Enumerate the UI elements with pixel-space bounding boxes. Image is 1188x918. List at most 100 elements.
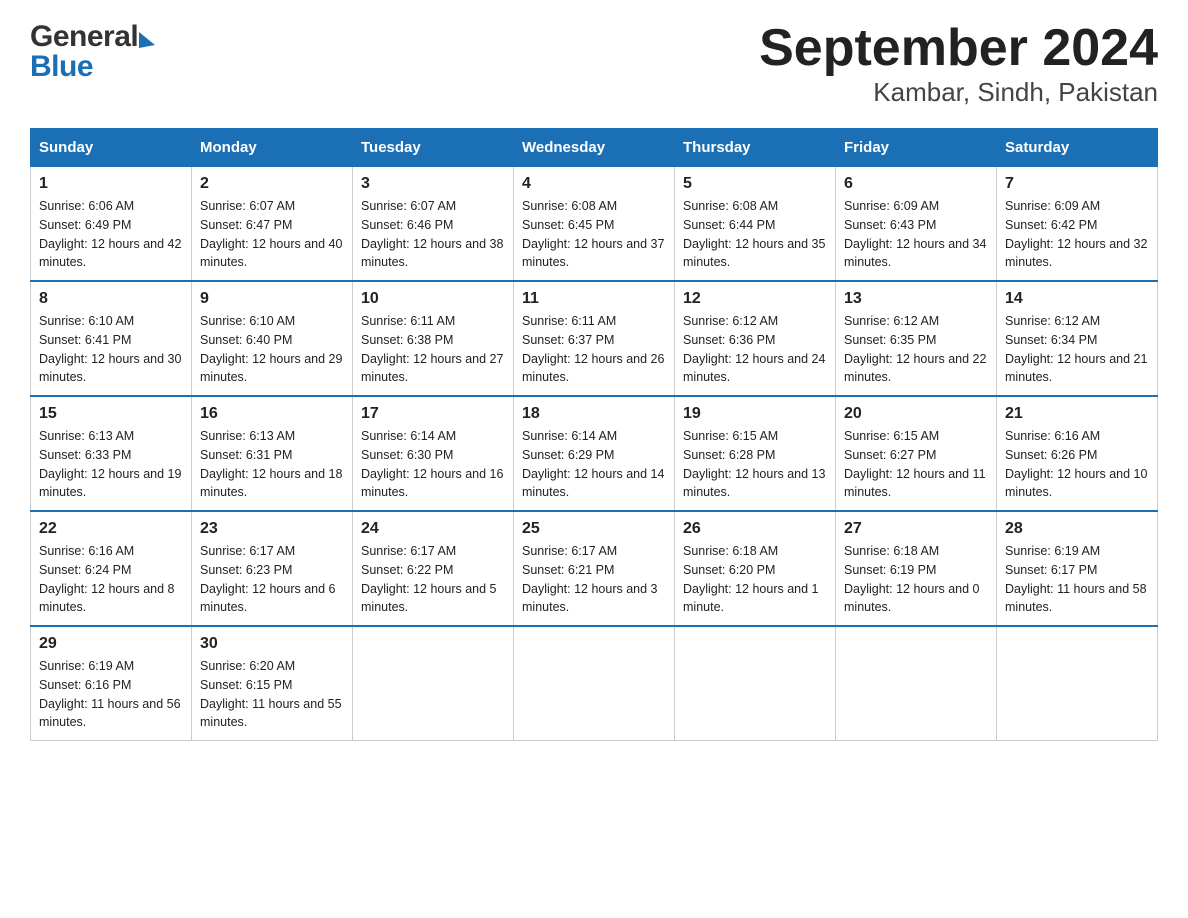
day-number: 5 [683, 175, 827, 193]
day-info: Sunrise: 6:12 AMSunset: 6:34 PMDaylight:… [1005, 312, 1149, 387]
day-number: 25 [522, 520, 666, 538]
day-cell: 24Sunrise: 6:17 AMSunset: 6:22 PMDayligh… [353, 511, 514, 626]
day-number: 13 [844, 290, 988, 308]
day-cell: 19 Sunrise: 6:15 AMSunset: 6:28 PMDayligh… [675, 396, 836, 511]
day-cell: 26 Sunrise: 6:18 AMSunset: 6:20 PMDayligh… [675, 511, 836, 626]
day-info: Sunrise: 6:16 AMSunset: 6:26 PMDaylight:… [1005, 427, 1149, 502]
day-info: Sunrise: 6:08 AMSunset: 6:45 PMDaylight:… [522, 197, 666, 272]
col-header-sunday: Sunday [31, 129, 192, 167]
day-cell: 16Sunrise: 6:13 AMSunset: 6:31 PMDayligh… [192, 396, 353, 511]
day-cell: 4 Sunrise: 6:08 AMSunset: 6:45 PMDaylight… [514, 167, 675, 282]
col-header-friday: Friday [836, 129, 997, 167]
col-header-wednesday: Wednesday [514, 129, 675, 167]
day-cell: 30 Sunrise: 6:20 AMSunset: 6:15 PMDayligh… [192, 626, 353, 741]
day-cell [836, 626, 997, 741]
day-number: 1 [39, 175, 183, 193]
calendar-title: September 2024 [759, 20, 1158, 77]
day-cell: 14 Sunrise: 6:12 AMSunset: 6:34 PMDayligh… [997, 281, 1158, 396]
day-cell: 1 Sunrise: 6:06 AMSunset: 6:49 PMDaylight… [31, 167, 192, 282]
day-cell: 21 Sunrise: 6:16 AMSunset: 6:26 PMDayligh… [997, 396, 1158, 511]
col-header-thursday: Thursday [675, 129, 836, 167]
day-cell: 2 Sunrise: 6:07 AMSunset: 6:47 PMDaylight… [192, 167, 353, 282]
day-cell: 20 Sunrise: 6:15 AMSunset: 6:27 PMDayligh… [836, 396, 997, 511]
day-cell: 3Sunrise: 6:07 AMSunset: 6:46 PMDaylight… [353, 167, 514, 282]
day-cell: 12 Sunrise: 6:12 AMSunset: 6:36 PMDayligh… [675, 281, 836, 396]
day-number: 27 [844, 520, 988, 538]
day-number: 17 [361, 405, 505, 423]
calendar-subtitle: Kambar, Sindh, Pakistan [759, 77, 1158, 108]
col-header-tuesday: Tuesday [353, 129, 514, 167]
day-info: Sunrise: 6:18 AMSunset: 6:20 PMDaylight:… [683, 542, 827, 617]
day-cell: 5 Sunrise: 6:08 AMSunset: 6:44 PMDaylight… [675, 167, 836, 282]
day-number: 19 [683, 405, 827, 423]
day-cell: 22 Sunrise: 6:16 AMSunset: 6:24 PMDayligh… [31, 511, 192, 626]
day-cell [675, 626, 836, 741]
day-cell [997, 626, 1158, 741]
day-info: Sunrise: 6:08 AMSunset: 6:44 PMDaylight:… [683, 197, 827, 272]
day-info: Sunrise: 6:17 AMSunset: 6:21 PMDaylight:… [522, 542, 666, 617]
day-cell: 29 Sunrise: 6:19 AMSunset: 6:16 PMDayligh… [31, 626, 192, 741]
day-cell: 13 Sunrise: 6:12 AMSunset: 6:35 PMDayligh… [836, 281, 997, 396]
day-number: 26 [683, 520, 827, 538]
logo-general: General [30, 20, 138, 54]
day-cell: 7 Sunrise: 6:09 AMSunset: 6:42 PMDaylight… [997, 167, 1158, 282]
day-cell: 11 Sunrise: 6:11 AMSunset: 6:37 PMDayligh… [514, 281, 675, 396]
day-info: Sunrise: 6:06 AMSunset: 6:49 PMDaylight:… [39, 197, 183, 272]
day-cell: 9 Sunrise: 6:10 AMSunset: 6:40 PMDaylight… [192, 281, 353, 396]
day-number: 15 [39, 405, 183, 423]
day-number: 30 [200, 635, 344, 653]
day-info: Sunrise: 6:09 AMSunset: 6:42 PMDaylight:… [1005, 197, 1149, 272]
day-number: 18 [522, 405, 666, 423]
day-cell: 8Sunrise: 6:10 AMSunset: 6:41 PMDaylight… [31, 281, 192, 396]
day-info: Sunrise: 6:12 AMSunset: 6:35 PMDaylight:… [844, 312, 988, 387]
day-info: Sunrise: 6:12 AMSunset: 6:36 PMDaylight:… [683, 312, 827, 387]
day-number: 28 [1005, 520, 1149, 538]
day-number: 11 [522, 290, 666, 308]
week-row-1: 1 Sunrise: 6:06 AMSunset: 6:49 PMDaylight… [31, 167, 1158, 282]
day-cell: 27Sunrise: 6:18 AMSunset: 6:19 PMDayligh… [836, 511, 997, 626]
day-number: 14 [1005, 290, 1149, 308]
day-info: Sunrise: 6:11 AMSunset: 6:38 PMDaylight:… [361, 312, 505, 387]
day-info: Sunrise: 6:20 AMSunset: 6:15 PMDaylight:… [200, 657, 344, 732]
logo: General Blue [30, 20, 155, 84]
day-cell: 15Sunrise: 6:13 AMSunset: 6:33 PMDayligh… [31, 396, 192, 511]
calendar-title-block: September 2024 Kambar, Sindh, Pakistan [759, 20, 1158, 108]
week-row-3: 15Sunrise: 6:13 AMSunset: 6:33 PMDayligh… [31, 396, 1158, 511]
day-number: 2 [200, 175, 344, 193]
day-info: Sunrise: 6:19 AMSunset: 6:16 PMDaylight:… [39, 657, 183, 732]
day-info: Sunrise: 6:15 AMSunset: 6:27 PMDaylight:… [844, 427, 988, 502]
page-header: General Blue September 2024 Kambar, Sind… [30, 20, 1158, 108]
col-header-saturday: Saturday [997, 129, 1158, 167]
day-number: 6 [844, 175, 988, 193]
day-number: 9 [200, 290, 344, 308]
day-info: Sunrise: 6:11 AMSunset: 6:37 PMDaylight:… [522, 312, 666, 387]
day-cell: 28 Sunrise: 6:19 AMSunset: 6:17 PMDayligh… [997, 511, 1158, 626]
day-info: Sunrise: 6:10 AMSunset: 6:40 PMDaylight:… [200, 312, 344, 387]
day-number: 7 [1005, 175, 1149, 193]
day-number: 3 [361, 175, 505, 193]
day-number: 12 [683, 290, 827, 308]
day-info: Sunrise: 6:14 AMSunset: 6:30 PMDaylight:… [361, 427, 505, 502]
day-info: Sunrise: 6:16 AMSunset: 6:24 PMDaylight:… [39, 542, 183, 617]
day-number: 8 [39, 290, 183, 308]
day-number: 10 [361, 290, 505, 308]
day-info: Sunrise: 6:13 AMSunset: 6:31 PMDaylight:… [200, 427, 344, 502]
day-number: 21 [1005, 405, 1149, 423]
day-info: Sunrise: 6:09 AMSunset: 6:43 PMDaylight:… [844, 197, 988, 272]
day-info: Sunrise: 6:19 AMSunset: 6:17 PMDaylight:… [1005, 542, 1149, 617]
day-number: 20 [844, 405, 988, 423]
logo-arrow-icon [139, 32, 155, 48]
day-info: Sunrise: 6:14 AMSunset: 6:29 PMDaylight:… [522, 427, 666, 502]
day-info: Sunrise: 6:07 AMSunset: 6:47 PMDaylight:… [200, 197, 344, 272]
day-info: Sunrise: 6:15 AMSunset: 6:28 PMDaylight:… [683, 427, 827, 502]
day-cell: 18 Sunrise: 6:14 AMSunset: 6:29 PMDayligh… [514, 396, 675, 511]
logo-blue: Blue [30, 50, 93, 84]
day-number: 4 [522, 175, 666, 193]
calendar-table: SundayMondayTuesdayWednesdayThursdayFrid… [30, 128, 1158, 741]
day-number: 29 [39, 635, 183, 653]
day-number: 24 [361, 520, 505, 538]
day-number: 22 [39, 520, 183, 538]
col-header-monday: Monday [192, 129, 353, 167]
day-cell: 23Sunrise: 6:17 AMSunset: 6:23 PMDayligh… [192, 511, 353, 626]
day-cell [514, 626, 675, 741]
